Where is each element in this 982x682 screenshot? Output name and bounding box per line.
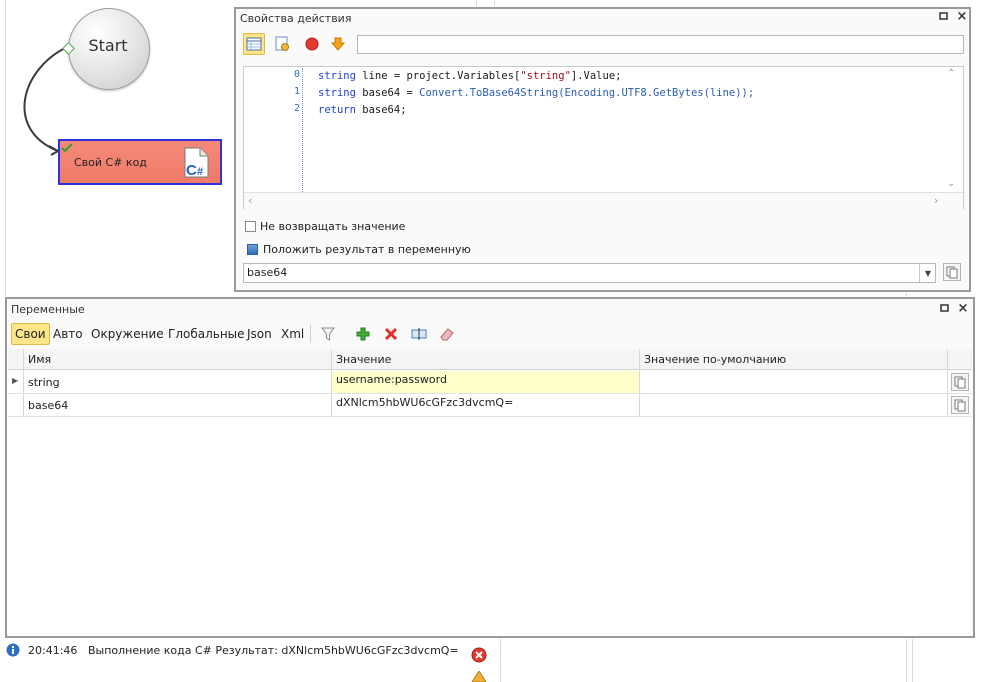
tab-global[interactable]: Глобальные bbox=[165, 323, 248, 345]
column-header-name[interactable]: Имя bbox=[28, 353, 51, 366]
code-line-1[interactable]: string base64 = Convert.ToBase64String(E… bbox=[318, 87, 754, 99]
code-line-0[interactable]: string line = project.Variables["string"… bbox=[318, 70, 621, 82]
row-divider bbox=[8, 416, 972, 417]
log-message: Выполнение кода C# Результат: dXNlcm5hbW… bbox=[88, 644, 459, 657]
plus-icon bbox=[356, 327, 370, 341]
close-icon: × bbox=[956, 9, 968, 24]
arrow-down-icon bbox=[331, 37, 345, 51]
settings-button[interactable] bbox=[271, 33, 293, 55]
scroll-down-icon[interactable]: ⌄ bbox=[947, 178, 955, 189]
stop-icon bbox=[305, 37, 319, 51]
result-variable-combo[interactable] bbox=[243, 263, 936, 283]
csharp-file-icon: C # bbox=[184, 147, 209, 179]
info-icon bbox=[6, 643, 20, 657]
success-check-icon bbox=[61, 143, 73, 153]
delete-icon bbox=[384, 327, 398, 341]
log-divider bbox=[500, 639, 501, 682]
combo-dropdown-icon[interactable]: ▼ bbox=[919, 264, 936, 282]
restore-icon bbox=[940, 304, 949, 312]
panel-restore-button[interactable] bbox=[939, 303, 951, 316]
stop-button[interactable] bbox=[301, 33, 323, 55]
column-divider bbox=[23, 349, 24, 417]
warning-filter-icon[interactable] bbox=[472, 671, 486, 682]
copy-icon bbox=[946, 266, 958, 278]
tab-own[interactable]: Свои bbox=[11, 323, 50, 345]
variable-value-cell[interactable]: dXNlcm5hbWU6cGFzc3dvcmQ= bbox=[336, 396, 513, 409]
column-divider bbox=[639, 349, 640, 417]
variable-value-cell[interactable]: username:password bbox=[336, 373, 447, 386]
rename-icon bbox=[411, 328, 427, 340]
canvas-divider bbox=[476, 0, 477, 6]
scroll-left-icon[interactable]: ‹ bbox=[248, 194, 252, 207]
filter-button[interactable] bbox=[317, 323, 339, 345]
add-variable-button[interactable] bbox=[352, 323, 374, 345]
put-result-label: Положить результат в переменную bbox=[263, 243, 471, 256]
svg-text:#: # bbox=[197, 166, 203, 178]
variable-name-cell[interactable]: string bbox=[28, 376, 60, 389]
line-number: 0 bbox=[293, 69, 300, 80]
column-header-default[interactable]: Значение по-умолчанию bbox=[644, 353, 786, 366]
properties-panel-title: Свойства действия bbox=[240, 12, 352, 25]
log-divider bbox=[906, 639, 907, 682]
row-pointer-icon: ▶ bbox=[12, 376, 19, 385]
start-node-label: Start bbox=[88, 36, 128, 55]
horizontal-scrollbar[interactable] bbox=[244, 192, 963, 209]
result-variable-value: base64 bbox=[247, 266, 288, 279]
panel-close-button[interactable]: × bbox=[957, 301, 969, 316]
scroll-up-icon[interactable]: ⌃ bbox=[947, 68, 955, 79]
copy-icon bbox=[954, 376, 966, 388]
delete-variable-button[interactable] bbox=[380, 323, 402, 345]
copy-icon bbox=[954, 399, 966, 411]
eraser-icon bbox=[440, 328, 454, 341]
rename-variable-button[interactable] bbox=[408, 323, 430, 345]
toolbar-separator bbox=[310, 325, 311, 343]
line-number: 1 bbox=[293, 86, 300, 97]
no-return-label: Не возвращать значение bbox=[260, 220, 406, 233]
close-icon: × bbox=[957, 301, 969, 316]
copy-variable-button[interactable] bbox=[943, 263, 961, 281]
error-filter-icon[interactable] bbox=[471, 647, 487, 663]
table-icon bbox=[246, 37, 262, 51]
panel-close-button[interactable]: × bbox=[956, 9, 968, 24]
log-divider bbox=[912, 639, 913, 682]
clear-variable-button[interactable] bbox=[436, 323, 458, 345]
filter-icon bbox=[321, 327, 335, 341]
action-comment-input[interactable] bbox=[357, 35, 964, 54]
move-down-button[interactable] bbox=[327, 33, 349, 55]
action-node-label: Свой C# код bbox=[74, 156, 147, 169]
restore-icon bbox=[939, 12, 948, 20]
line-number: 2 bbox=[293, 103, 300, 114]
variables-panel-title: Переменные bbox=[11, 303, 85, 316]
log-time: 20:41:46 bbox=[28, 644, 78, 657]
tab-json[interactable]: Json bbox=[244, 323, 275, 345]
variable-name-cell[interactable]: base64 bbox=[28, 399, 68, 412]
no-return-checkbox[interactable] bbox=[245, 221, 256, 232]
column-header-value[interactable]: Значение bbox=[336, 353, 391, 366]
tab-auto[interactable]: Авто bbox=[50, 323, 86, 345]
page-settings-icon bbox=[275, 36, 289, 51]
column-divider bbox=[947, 349, 948, 417]
row-divider bbox=[8, 393, 972, 394]
copy-row-button[interactable] bbox=[951, 396, 969, 414]
put-result-checkbox[interactable] bbox=[247, 244, 258, 255]
svg-text:C: C bbox=[186, 162, 197, 179]
code-line-2[interactable]: return base64; bbox=[318, 104, 407, 116]
canvas-divider bbox=[494, 0, 495, 6]
tab-environment[interactable]: Окружение bbox=[88, 323, 167, 345]
panel-restore-button[interactable] bbox=[938, 11, 950, 24]
grid-header bbox=[8, 349, 972, 370]
scroll-right-icon[interactable]: › bbox=[934, 194, 938, 207]
editor-gutter-line bbox=[302, 68, 303, 192]
copy-row-button[interactable] bbox=[951, 373, 969, 391]
properties-view-button[interactable] bbox=[243, 33, 265, 55]
tab-xml[interactable]: Xml bbox=[278, 323, 307, 345]
